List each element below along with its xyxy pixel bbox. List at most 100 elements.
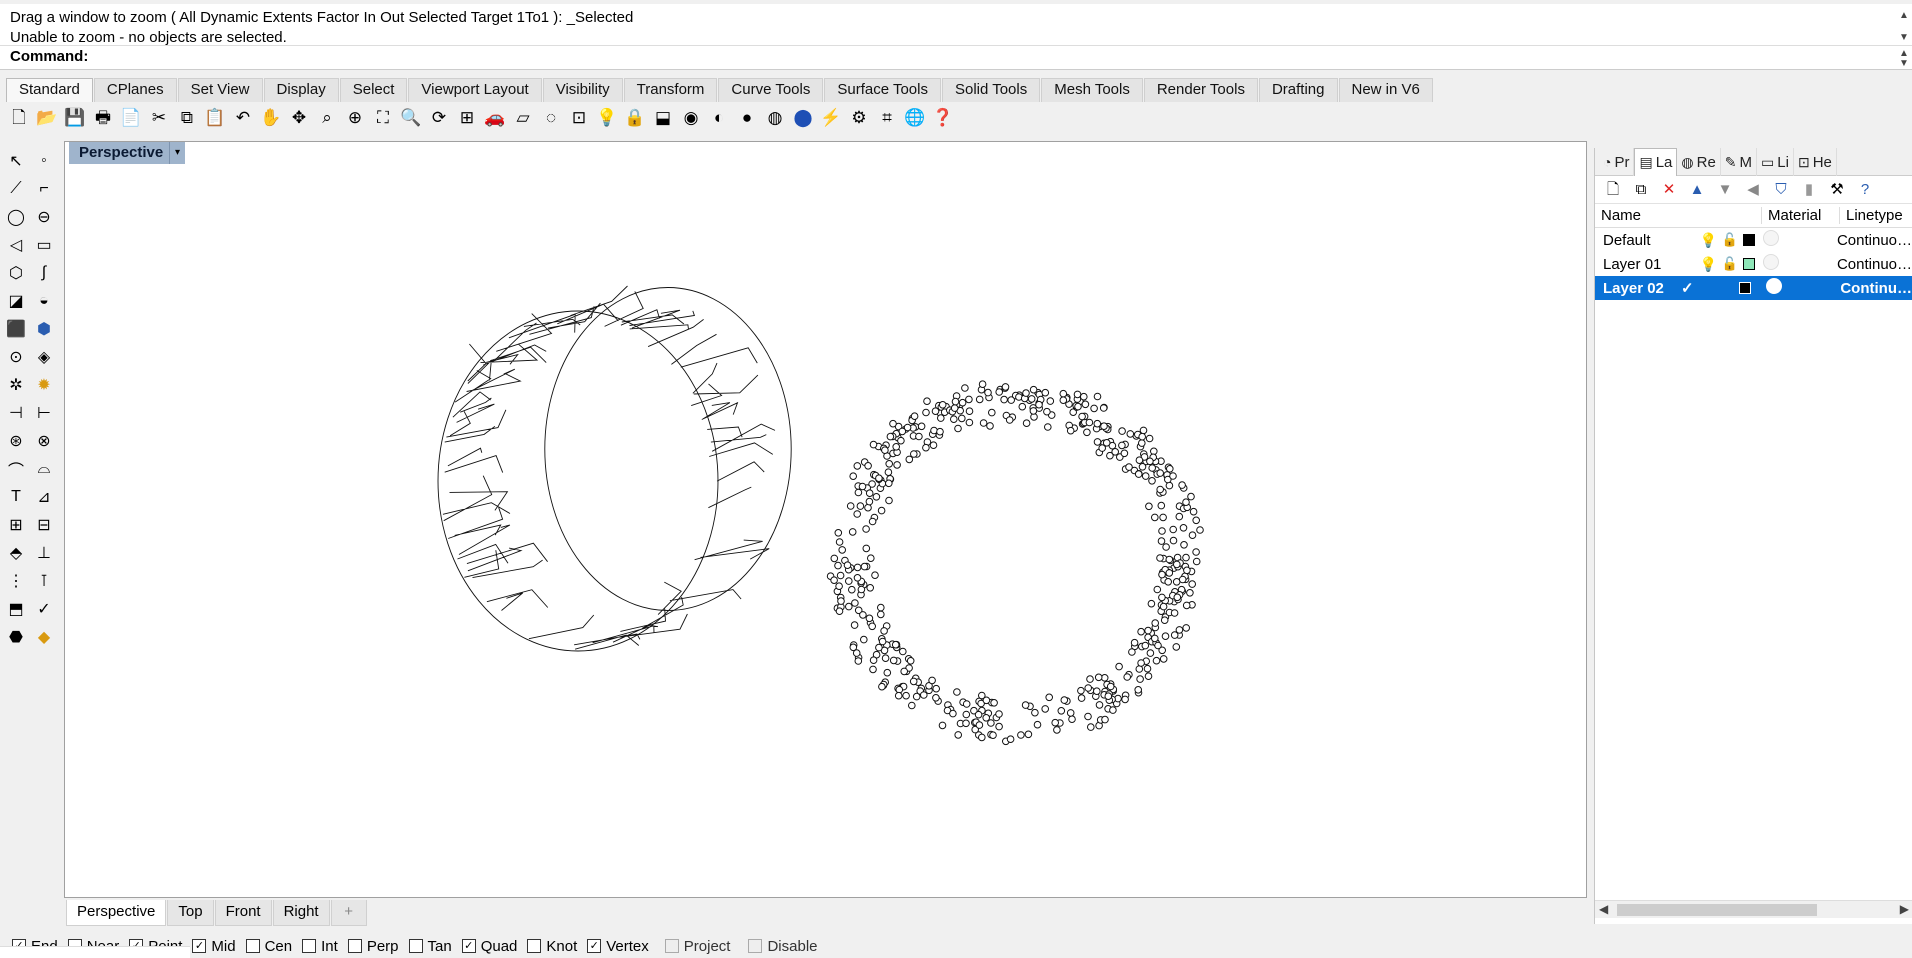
cut-icon[interactable]: ✂ — [146, 104, 172, 130]
four-viewports-icon[interactable]: ⊞ — [454, 104, 480, 130]
point-object[interactable] — [1151, 513, 1159, 522]
point-object[interactable] — [979, 419, 988, 427]
point-object[interactable] — [938, 721, 947, 730]
point-object[interactable] — [1118, 427, 1126, 435]
point-object[interactable] — [1046, 397, 1055, 405]
tab-render-tools[interactable]: Render Tools — [1143, 78, 1258, 102]
point-object[interactable] — [1084, 712, 1092, 721]
arc-icon[interactable]: ◁ — [2, 232, 30, 258]
delete-layer-icon[interactable]: ✕ — [1657, 178, 1681, 202]
point-object[interactable] — [1178, 481, 1186, 489]
point-object[interactable] — [862, 525, 870, 533]
point-object[interactable] — [1145, 502, 1153, 511]
lightbulb-icon[interactable]: 💡 — [1699, 232, 1716, 249]
point-object[interactable] — [889, 419, 897, 428]
point-object[interactable] — [1128, 648, 1136, 656]
point-object[interactable] — [1136, 675, 1144, 683]
point-object[interactable] — [1156, 554, 1164, 562]
command-line[interactable]: Command: ▲ ▼ — [0, 46, 1912, 70]
point-object[interactable] — [1148, 464, 1156, 472]
move-down-icon[interactable]: ▼ — [1713, 178, 1737, 202]
point-object[interactable] — [1135, 456, 1144, 465]
point-object[interactable] — [851, 599, 859, 607]
point-object[interactable] — [958, 398, 967, 407]
point-object[interactable] — [1139, 426, 1148, 435]
viewport-title[interactable]: Perspective — [69, 142, 174, 164]
point-object[interactable] — [1180, 541, 1188, 549]
help-icon[interactable]: ? — [1853, 178, 1877, 202]
point-object[interactable] — [1111, 448, 1119, 456]
point-object[interactable] — [1031, 708, 1039, 717]
point-object[interactable] — [931, 407, 940, 416]
point-object[interactable] — [1115, 662, 1123, 671]
point-object[interactable] — [885, 460, 894, 468]
tab-cplanes[interactable]: CPlanes — [93, 78, 177, 102]
point-object[interactable] — [1138, 432, 1146, 441]
snap-checkbox[interactable]: ✓ — [587, 939, 602, 953]
color-wheel-icon[interactable]: ◉ — [678, 104, 704, 130]
point-object[interactable] — [853, 574, 862, 582]
point-object[interactable] — [1125, 463, 1133, 471]
point-object[interactable] — [995, 710, 1003, 718]
point-object[interactable] — [864, 503, 872, 512]
panel-tab-properties[interactable]: ◔ Pr — [1599, 148, 1635, 176]
point-object[interactable] — [869, 656, 878, 665]
point-object[interactable] — [1188, 580, 1196, 588]
point-object[interactable] — [978, 380, 987, 388]
point-object[interactable] — [1021, 701, 1030, 709]
point-object[interactable] — [1162, 543, 1170, 551]
material-dot[interactable] — [1765, 278, 1782, 294]
point-object[interactable] — [1159, 655, 1168, 663]
point-object[interactable] — [961, 384, 969, 392]
point-object[interactable] — [881, 654, 890, 663]
point-object[interactable] — [1160, 616, 1169, 625]
grid-icon[interactable]: ⊥ — [30, 540, 58, 566]
point-object[interactable] — [1186, 589, 1194, 597]
point-object[interactable] — [1041, 705, 1050, 713]
point-object[interactable] — [1159, 513, 1167, 522]
viewport-menu-chevron-down-icon[interactable]: ▾ — [169, 142, 185, 164]
point-object[interactable] — [1183, 566, 1191, 575]
point-object[interactable] — [897, 436, 905, 445]
point-object[interactable] — [867, 554, 875, 563]
point-object[interactable] — [893, 461, 901, 469]
point-object[interactable] — [1144, 672, 1153, 681]
point-object[interactable] — [910, 450, 918, 458]
move-left-icon[interactable]: ◀ — [1741, 178, 1765, 202]
point-object[interactable] — [1029, 385, 1038, 394]
point-object[interactable] — [891, 640, 900, 649]
point-object[interactable] — [848, 585, 856, 594]
point-object[interactable] — [849, 472, 858, 481]
point-object[interactable] — [909, 677, 918, 686]
scroll-right-icon[interactable]: ▶ — [1900, 902, 1909, 916]
point-object[interactable] — [868, 622, 877, 631]
point-object[interactable] — [962, 719, 970, 728]
polygon-icon[interactable]: ⬡ — [2, 260, 30, 286]
point-object[interactable] — [865, 497, 874, 506]
point-object[interactable] — [1141, 641, 1150, 650]
point-object[interactable] — [869, 440, 878, 449]
tab-mesh-tools[interactable]: Mesh Tools — [1041, 78, 1143, 102]
point-object[interactable] — [995, 388, 1004, 396]
circle-icon[interactable]: ◯ — [2, 204, 30, 230]
point-object[interactable] — [975, 395, 984, 404]
point-object[interactable] — [1099, 404, 1108, 412]
point-object[interactable] — [962, 700, 971, 708]
point-object[interactable] — [1157, 501, 1166, 510]
point-object[interactable] — [1033, 720, 1042, 729]
point-object[interactable] — [1035, 400, 1043, 409]
point-object[interactable] — [922, 443, 930, 452]
panel-tab-libraries[interactable]: ▭ Li — [1757, 148, 1794, 176]
point-object[interactable] — [1073, 390, 1082, 399]
point-object[interactable] — [1153, 585, 1162, 594]
point-object[interactable] — [1156, 469, 1164, 477]
point-object[interactable] — [881, 446, 889, 455]
point-object[interactable] — [846, 502, 855, 510]
point-object[interactable] — [1024, 730, 1033, 739]
point-object[interactable] — [854, 657, 863, 665]
paste-icon[interactable]: 📋 — [202, 104, 228, 130]
point-object[interactable] — [1007, 396, 1016, 404]
tab-visibility[interactable]: Visibility — [542, 78, 623, 102]
tab-transform[interactable]: Transform — [623, 78, 718, 102]
rectangle-icon[interactable]: ▭ — [30, 232, 58, 258]
